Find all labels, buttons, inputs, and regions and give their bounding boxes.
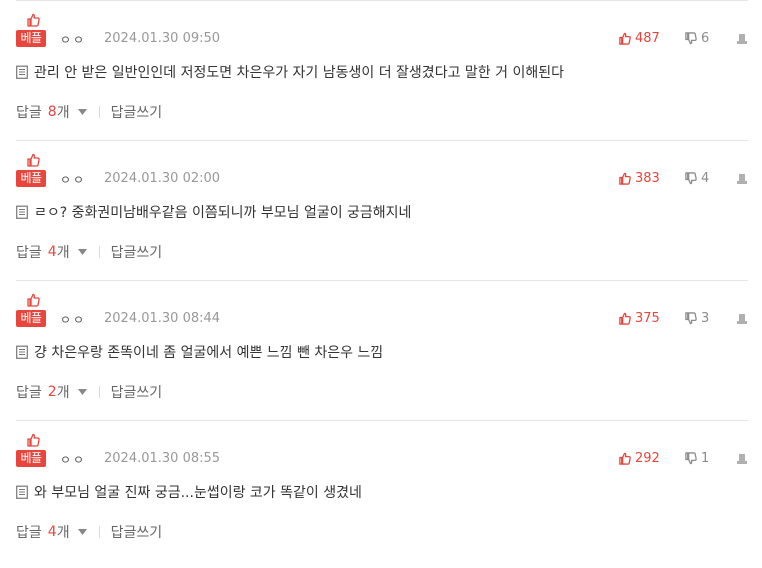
- reply-label: 답글: [16, 525, 42, 541]
- chevron-down-icon: [77, 109, 87, 115]
- downvote-button[interactable]: 3: [684, 311, 709, 326]
- memo-icon: [16, 205, 28, 219]
- thumbs-up-icon: [26, 153, 40, 167]
- thumbs-up-icon: [618, 172, 631, 185]
- upvote-button[interactable]: 375: [618, 311, 660, 326]
- reply-bar: 답글 8 개 답글쓰기: [16, 102, 162, 122]
- thumbs-up-icon: [26, 293, 40, 307]
- reply-label: 답글: [16, 245, 42, 261]
- memo-icon: [16, 65, 28, 79]
- comment-list: 베플 ㅇㅇ 2024.01.30 09:50 487 6 관리 안 받은 일반인…: [0, 0, 762, 560]
- reply-toggle-button[interactable]: 답글 8 개: [16, 102, 87, 122]
- write-reply-button[interactable]: 답글쓰기: [111, 522, 163, 542]
- best-label: 베플: [16, 170, 46, 187]
- downvote-count: 6: [701, 31, 710, 46]
- write-reply-button[interactable]: 답글쓰기: [111, 242, 163, 262]
- comment-text: ㄹㅇ? 중화권미남배우같음 이쯤되니까 부모님 얼굴이 궁금해지네: [34, 205, 412, 221]
- memo-icon: [16, 345, 28, 359]
- comment-item: 베플 ㅇㅇ 2024.01.30 02:00 383 4 ㄹㅇ? 중화권미남배우…: [16, 140, 748, 280]
- report-icon[interactable]: [736, 313, 748, 325]
- best-comment-badge: 베플: [16, 433, 46, 467]
- comment-date: 2024.01.30 09:50: [104, 31, 221, 46]
- nickname[interactable]: ㅇㅇ: [60, 311, 86, 328]
- comment-date: 2024.01.30 08:55: [104, 451, 221, 466]
- thumbs-down-icon: [684, 452, 697, 465]
- chevron-down-icon: [77, 529, 87, 535]
- comment-item: 베플 ㅇㅇ 2024.01.30 09:50 487 6 관리 안 받은 일반인…: [16, 0, 748, 140]
- reply-count: 4: [47, 244, 57, 260]
- comment-date: 2024.01.30 02:00: [104, 171, 221, 186]
- reply-label: 답글: [16, 105, 42, 121]
- upvote-button[interactable]: 487: [618, 31, 660, 46]
- chevron-down-icon: [77, 249, 87, 255]
- divider: [98, 246, 100, 258]
- best-comment-badge: 베플: [16, 153, 46, 187]
- downvote-count: 3: [701, 311, 710, 326]
- reply-unit: 개: [56, 385, 70, 401]
- comment-content: ㄹㅇ? 중화권미남배우같음 이쯤되니까 부모님 얼굴이 궁금해지네: [16, 202, 411, 222]
- chevron-down-icon: [77, 389, 87, 395]
- downvote-count: 4: [701, 171, 710, 186]
- thumbs-up-icon: [618, 312, 631, 325]
- upvote-count: 487: [635, 31, 660, 46]
- comment-content: 와 부모님 얼굴 진짜 궁금...눈썹이랑 코가 똑같이 생겼네: [16, 482, 362, 502]
- upvote-count: 383: [635, 171, 660, 186]
- divider: [98, 106, 100, 118]
- best-label: 베플: [16, 450, 46, 467]
- comment-text: 걍 차은우랑 존똑이네 좀 얼굴에서 예쁜 느낌 뺀 차은우 느낌: [34, 345, 384, 361]
- comment-item: 베플 ㅇㅇ 2024.01.30 08:44 375 3 걍 차은우랑 존똑이네…: [16, 280, 748, 420]
- reply-bar: 답글 2 개 답글쓰기: [16, 382, 162, 402]
- comment-item: 베플 ㅇㅇ 2024.01.30 08:55 292 1 와 부모님 얼굴 진짜…: [16, 420, 748, 560]
- write-reply-button[interactable]: 답글쓰기: [111, 102, 163, 122]
- thumbs-up-icon: [618, 32, 631, 45]
- comment-content: 관리 안 받은 일반인인데 저정도면 차은우가 자기 남동생이 더 잘생겼다고 …: [16, 62, 564, 82]
- best-label: 베플: [16, 30, 46, 47]
- upvote-count: 292: [635, 451, 660, 466]
- thumbs-down-icon: [684, 172, 697, 185]
- comment-text: 와 부모님 얼굴 진짜 궁금...눈썹이랑 코가 똑같이 생겼네: [34, 485, 362, 501]
- best-comment-badge: 베플: [16, 13, 46, 47]
- best-label: 베플: [16, 310, 46, 327]
- thumbs-down-icon: [684, 312, 697, 325]
- report-icon[interactable]: [736, 453, 748, 465]
- best-comment-badge: 베플: [16, 293, 46, 327]
- write-reply-button[interactable]: 답글쓰기: [111, 382, 163, 402]
- reply-unit: 개: [56, 525, 70, 541]
- thumbs-up-icon: [26, 433, 40, 447]
- downvote-count: 1: [701, 451, 710, 466]
- reply-count: 4: [47, 524, 57, 540]
- downvote-button[interactable]: 4: [684, 171, 709, 186]
- upvote-button[interactable]: 292: [618, 451, 660, 466]
- upvote-button[interactable]: 383: [618, 171, 660, 186]
- downvote-button[interactable]: 6: [684, 31, 709, 46]
- report-icon[interactable]: [736, 33, 748, 45]
- memo-icon: [16, 485, 28, 499]
- downvote-button[interactable]: 1: [684, 451, 709, 466]
- nickname[interactable]: ㅇㅇ: [60, 451, 86, 468]
- comment-content: 걍 차은우랑 존똑이네 좀 얼굴에서 예쁜 느낌 뺀 차은우 느낌: [16, 342, 383, 362]
- reply-count: 8: [47, 104, 57, 120]
- reply-label: 답글: [16, 385, 42, 401]
- reply-unit: 개: [56, 105, 70, 121]
- thumbs-up-icon: [618, 452, 631, 465]
- nickname[interactable]: ㅇㅇ: [60, 171, 86, 188]
- reply-bar: 답글 4 개 답글쓰기: [16, 242, 162, 262]
- thumbs-up-icon: [26, 13, 40, 27]
- reply-count: 2: [47, 384, 57, 400]
- reply-toggle-button[interactable]: 답글 4 개: [16, 242, 87, 262]
- upvote-count: 375: [635, 311, 660, 326]
- comment-date: 2024.01.30 08:44: [104, 311, 221, 326]
- divider: [98, 526, 100, 538]
- report-icon[interactable]: [736, 173, 748, 185]
- divider: [98, 386, 100, 398]
- comment-text: 관리 안 받은 일반인인데 저정도면 차은우가 자기 남동생이 더 잘생겼다고 …: [34, 65, 564, 81]
- reply-bar: 답글 4 개 답글쓰기: [16, 522, 162, 542]
- thumbs-down-icon: [684, 32, 697, 45]
- reply-toggle-button[interactable]: 답글 2 개: [16, 382, 87, 402]
- nickname[interactable]: ㅇㅇ: [60, 31, 86, 48]
- reply-toggle-button[interactable]: 답글 4 개: [16, 522, 87, 542]
- reply-unit: 개: [56, 245, 70, 261]
